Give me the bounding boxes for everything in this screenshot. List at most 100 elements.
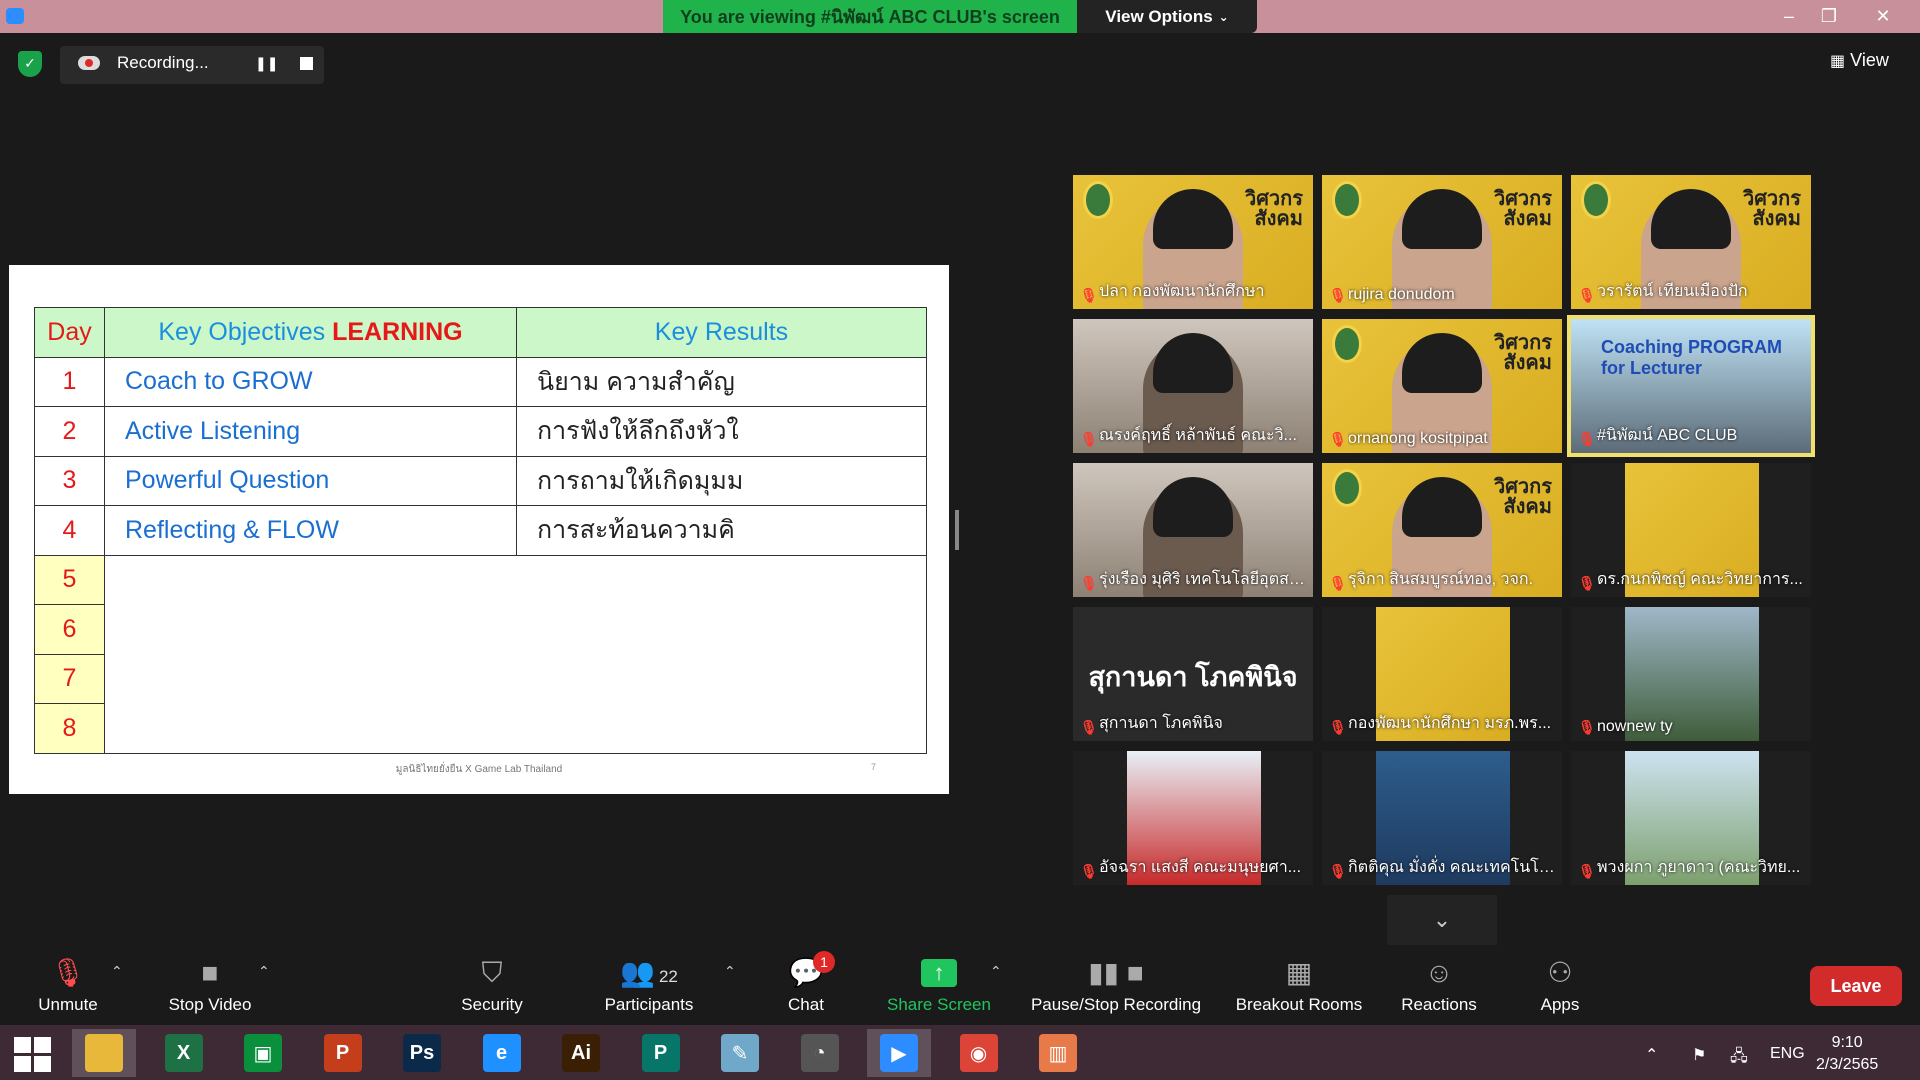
muted-microphone-icon: 🎙 <box>1329 287 1347 303</box>
view-options-label: View Options <box>1105 6 1213 26</box>
participant-name: สุกานดา โภคพินิจ <box>1099 715 1223 732</box>
restore-button[interactable]: ❐ <box>1806 0 1852 33</box>
tile-banner-text: วิศวกร สังคม <box>1493 332 1552 374</box>
split-divider-handle[interactable] <box>955 510 959 550</box>
muted-microphone-icon: 🎙 <box>1578 863 1596 879</box>
shield-icon: ⛉ <box>481 957 503 988</box>
taskbar-internet-explorer-icon[interactable]: e <box>470 1029 534 1077</box>
clock-time: 9:10 <box>1831 1034 1863 1051</box>
muted-microphone-icon: 🎙 <box>1080 863 1098 879</box>
university-seal-icon <box>1332 181 1362 219</box>
language-indicator[interactable]: ENG <box>1770 1045 1805 1063</box>
taskbar-zoom-icon[interactable]: ▶ <box>867 1029 931 1077</box>
taskbar-illustrator-icon[interactable]: Ai <box>549 1029 613 1077</box>
muted-microphone-icon: 🎙 <box>1578 719 1596 735</box>
share-screen-arrow-icon: ↑ <box>921 959 957 987</box>
participant-name: #นิพัฒน์ ABC CLUB <box>1597 427 1738 444</box>
result-cell: การฟังให้ลึกถึงหัวใ <box>516 406 927 457</box>
university-seal-icon <box>1332 325 1362 363</box>
show-hidden-icons-caret[interactable]: ⌃ <box>1645 1045 1658 1065</box>
system-clock[interactable]: 9:10 2/3/2565 <box>1816 1032 1878 1076</box>
header-results: Key Results <box>516 307 927 358</box>
taskbar-chrome-icon[interactable]: ◉ <box>947 1029 1011 1077</box>
share-options-caret[interactable]: ⌃ <box>990 963 1002 980</box>
video-options-caret[interactable]: ⌃ <box>258 963 270 980</box>
breakout-rooms-button[interactable]: ▦ Breakout Rooms <box>1230 955 1368 1015</box>
apps-button[interactable]: ⚇ Apps <box>1530 955 1590 1015</box>
participant-tile[interactable]: 🎙 อัจฉรา แสงสี คณะมนุษยศา... <box>1073 751 1313 885</box>
pause-stop-recording-button[interactable]: ▮▮ ■ Pause/Stop Recording <box>1024 955 1208 1015</box>
participant-tile[interactable]: 🎙 nownew ty <box>1571 607 1811 741</box>
table-header-row: Day Key Objectives LEARNING Key Results <box>34 307 927 358</box>
participant-tile[interactable]: 🎙 พวงผกา ภูยาดาว (คณะวิทย... <box>1571 751 1811 885</box>
taskbar-publisher-icon[interactable]: P <box>629 1029 693 1077</box>
presentation-app-icon: ▥ <box>1039 1034 1077 1072</box>
flag-notification-icon[interactable]: ⚑ <box>1692 1045 1706 1065</box>
participant-tile[interactable]: วิศวกร สังคม 🎙 ornanong kositpipat <box>1322 319 1562 453</box>
reactions-button[interactable]: ☺ Reactions <box>1398 955 1480 1015</box>
taskbar-file-explorer-icon[interactable] <box>72 1029 136 1077</box>
share-screen-button[interactable]: ↑ Share Screen <box>884 955 994 1015</box>
gallery-scroll-down-button[interactable]: ⌄ <box>1387 895 1497 945</box>
participant-tile[interactable]: วิศวกร สังคม 🎙 rujira donudom <box>1322 175 1562 309</box>
taskbar-powerpoint-icon[interactable]: P <box>311 1029 375 1077</box>
participant-tile[interactable]: 🎙 กองพัฒนานักศึกษา มรภ.พร... <box>1322 607 1562 741</box>
taskbar-photoscape-icon[interactable]: ◔ <box>788 1029 852 1077</box>
pause-recording-button[interactable]: ❚❚ <box>255 55 278 75</box>
taskbar-excel-icon[interactable]: X <box>152 1029 216 1077</box>
shared-screen: Day Key Objectives LEARNING Key Results … <box>9 265 949 794</box>
participant-tile[interactable]: วิศวกร สังคม 🎙 วรารัตน์ เทียนเมืองปัก <box>1571 175 1811 309</box>
breakout-rooms-label: Breakout Rooms <box>1235 995 1363 1014</box>
participant-tile[interactable]: วิศวกร สังคม 🎙 รุจิกา สินสมบูรณ์ทอง, วจก. <box>1322 463 1562 597</box>
unmute-button[interactable]: 🎙 Unmute <box>28 955 108 1015</box>
taskbar-presentation-app-icon[interactable]: ▥ <box>1026 1029 1090 1077</box>
muted-microphone-icon: 🎙 <box>1329 719 1347 735</box>
taskbar-photoshop-icon[interactable]: Ps <box>390 1029 454 1077</box>
stop-video-button[interactable]: ■ Stop Video <box>160 955 260 1015</box>
cloud-record-icon <box>78 56 100 70</box>
result-cell: การสะท้อนความคิ <box>516 505 927 556</box>
day-cell: 8 <box>34 703 105 754</box>
viewing-screen-banner: You are viewing #นิพัฒน์ ABC CLUB's scre… <box>663 0 1077 33</box>
close-button[interactable]: ✕ <box>1860 0 1906 33</box>
internet-explorer-icon: e <box>482 1034 521 1072</box>
illustrator-icon: Ai <box>562 1034 600 1072</box>
smiley-plus-icon: ☺ <box>1424 957 1454 988</box>
table-row: 3 Powerful Question การถามให้เกิดมุมม <box>34 455 927 506</box>
security-button[interactable]: ⛉ Security <box>452 955 532 1015</box>
breakout-rooms-grid-icon: ▦ <box>1285 957 1313 988</box>
muted-microphone-icon: 🎙 <box>1080 719 1098 735</box>
day-cell: 7 <box>34 653 105 704</box>
participant-tile[interactable]: 🎙 ดร.กนกพิชญ์ คณะวิทยาการ... <box>1571 463 1811 597</box>
university-seal-icon <box>1083 181 1113 219</box>
leave-button[interactable]: Leave <box>1810 966 1902 1006</box>
participant-tile[interactable]: วิศวกร สังคม 🎙 ปลา กองพัฒนานักศึกษา <box>1073 175 1313 309</box>
participant-tile[interactable]: สุกานดา โภคพินิจ 🎙 สุกานดา โภคพินิจ <box>1073 607 1313 741</box>
participant-tile[interactable]: 🎙 รุ่งเรือง มุศิริ เทคโนโลยีอุตสา... <box>1073 463 1313 597</box>
day-cell: 1 <box>34 356 105 407</box>
header-objectives: Key Objectives LEARNING <box>104 307 517 358</box>
participant-tile[interactable]: Coaching PROGRAM for Lecturer 🎙 #นิพัฒน์ AB… <box>1567 315 1815 457</box>
muted-microphone-icon: 🎙 <box>1080 431 1098 447</box>
windows-start-icon[interactable] <box>14 1037 52 1073</box>
day-cell: 6 <box>34 604 105 655</box>
participant-tile[interactable]: 🎙 กิตติคุณ มั่งคั่ง คณะเทคโนโล... <box>1322 751 1562 885</box>
zoom-logo-icon <box>6 8 24 24</box>
network-icon[interactable]: 🖧 <box>1730 1045 1748 1072</box>
photoshop-icon: Ps <box>403 1034 441 1072</box>
header-day: Day <box>34 307 105 358</box>
security-shield-icon[interactable]: ✓ <box>18 51 42 77</box>
audio-options-caret[interactable]: ⌃ <box>111 963 123 980</box>
participant-tile[interactable]: 🎙 ณรงค์ฤทธิ์ หล้าพันธ์ คณะวิ... <box>1073 319 1313 453</box>
muted-microphone-icon: 🎙 <box>1578 287 1596 303</box>
muted-microphone-icon: 🎙 <box>1329 431 1347 447</box>
participant-name: nownew ty <box>1597 718 1673 735</box>
taskbar-store-icon[interactable]: ▣ <box>231 1029 295 1077</box>
participant-name: ornanong kositpipat <box>1348 430 1488 447</box>
participants-options-caret[interactable]: ⌃ <box>724 963 736 980</box>
view-options-button[interactable]: View Options ⌄ <box>1077 0 1257 33</box>
stop-recording-button[interactable] <box>300 57 313 70</box>
view-button[interactable]: ▦ View <box>1830 50 1889 71</box>
taskbar-notes-icon[interactable]: ✎ <box>708 1029 772 1077</box>
participants-button[interactable]: 👥 22 Participants <box>596 955 702 1015</box>
